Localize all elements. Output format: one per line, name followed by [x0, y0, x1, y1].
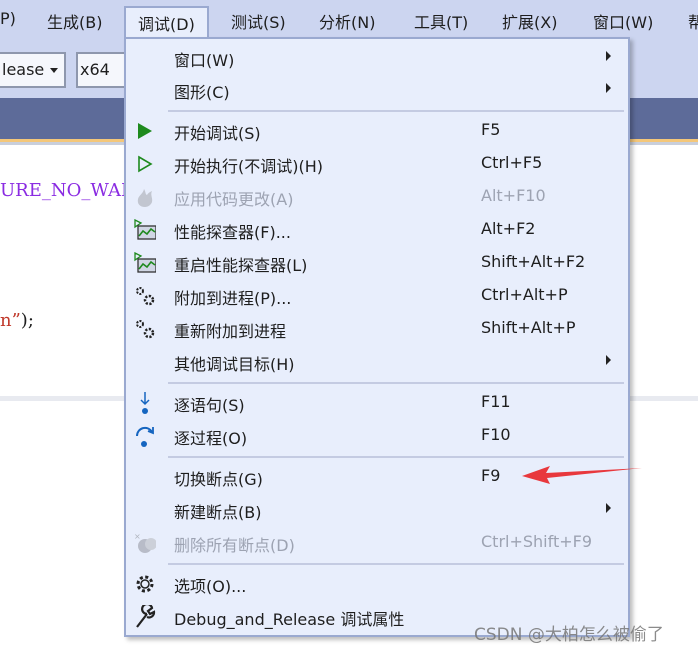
menu-item-shortcut: Shift+Alt+P — [481, 318, 576, 337]
menu-item-shortcut: Alt+F10 — [481, 186, 546, 205]
menu-item-label: 重新附加到进程 — [174, 322, 287, 341]
menu-item-label: 新建断点(B) — [174, 503, 262, 522]
code-line: n”); — [0, 310, 34, 331]
gears-icon — [134, 318, 156, 340]
menu-item-shortcut: Ctrl+Alt+P — [481, 285, 568, 304]
menu-item-label: 逐语句(S) — [174, 396, 245, 415]
svg-text:×: × — [134, 532, 141, 541]
menu-window[interactable]: 窗口(W) — [593, 9, 653, 33]
code-text: ); — [20, 310, 34, 331]
menu-debug[interactable]: 调试(D) — [124, 6, 209, 38]
menu-item[interactable]: 性能探查器(F)... Alt+F2 — [126, 213, 628, 246]
menu-item-label: 删除所有断点(D) — [174, 536, 295, 555]
menu-item-label: 逐过程(O) — [174, 429, 248, 448]
step-into-icon — [134, 392, 156, 414]
annotation-arrow — [522, 466, 642, 484]
menu-separator — [168, 456, 624, 458]
menu-item-label: 开始调试(S) — [174, 124, 261, 143]
menu-item-label: 图形(C) — [174, 83, 230, 102]
submenu-arrow-icon — [606, 83, 611, 93]
menu-item-label: Debug_and_Release 调试属性 — [174, 610, 405, 629]
configuration-value: lease — [2, 60, 45, 79]
menu-item-label: 窗口(W) — [174, 51, 235, 70]
menu-item-label: 开始执行(不调试)(H) — [174, 157, 324, 176]
delete-breakpoints-icon: × — [134, 532, 156, 554]
menu-item[interactable]: 逐过程(O) F10 — [126, 419, 628, 452]
menu-item-shortcut: Ctrl+Shift+F9 — [481, 532, 593, 551]
gear-icon — [134, 573, 156, 595]
submenu-arrow-icon — [606, 355, 611, 365]
code-line: URE_NO_WAR — [0, 180, 135, 201]
menu-separator — [168, 382, 624, 384]
menu-bar: P) 生成(B) 调试(D) 测试(S) 分析(N) 工具(T) 扩展(X) 窗… — [0, 0, 698, 38]
play-filled-icon — [134, 120, 156, 142]
configuration-dropdown[interactable]: lease — [0, 52, 66, 88]
performance-profiler-icon — [134, 252, 156, 274]
menu-item-shortcut: Ctrl+F5 — [481, 153, 543, 172]
menu-item[interactable]: 图形(C) — [126, 73, 628, 106]
play-outline-icon — [134, 153, 156, 175]
menu-separator — [168, 563, 624, 565]
menu-tools[interactable]: 工具(T) — [414, 9, 468, 33]
menu-item[interactable]: 重启性能探查器(L) Shift+Alt+F2 — [126, 246, 628, 279]
menu-item: × 删除所有断点(D) Ctrl+Shift+F9 — [126, 526, 628, 559]
menu-item-label: 切换断点(G) — [174, 470, 263, 489]
menu-item-shortcut: F5 — [481, 120, 501, 139]
menu-item[interactable]: 其他调试目标(H) — [126, 345, 628, 378]
menu-item[interactable]: 逐语句(S) F11 — [126, 386, 628, 419]
menu-item[interactable]: 重新附加到进程 Shift+Alt+P — [126, 312, 628, 345]
code-string: n” — [0, 310, 21, 331]
menu-separator — [168, 110, 624, 112]
menu-item-label: 其他调试目标(H) — [174, 355, 295, 374]
menu-item[interactable]: 开始执行(不调试)(H) Ctrl+F5 — [126, 147, 628, 180]
step-over-icon — [134, 425, 156, 447]
menu-item-label: 附加到进程(P)... — [174, 289, 292, 308]
menu-item-label: 应用代码更改(A) — [174, 190, 294, 209]
menu-item-label: 性能探查器(F)... — [174, 223, 291, 242]
gears-icon — [134, 285, 156, 307]
submenu-arrow-icon — [606, 503, 611, 513]
menu-item-shortcut: Shift+Alt+F2 — [481, 252, 586, 271]
performance-profiler-icon — [134, 219, 156, 241]
menu-extensions[interactable]: 扩展(X) — [502, 9, 557, 33]
menu-project[interactable]: P) — [0, 9, 16, 28]
menu-item-shortcut: F10 — [481, 425, 511, 444]
menu-item-label: 选项(O)... — [174, 577, 247, 596]
menu-item[interactable]: 选项(O)... — [126, 567, 628, 600]
menu-help[interactable]: 帮 — [688, 9, 698, 33]
menu-item[interactable]: 附加到进程(P)... Ctrl+Alt+P — [126, 279, 628, 312]
debug-menu: 窗口(W) 图形(C) 开始调试(S) F5 开始执行(不调试)(H) Ctrl+F5 应用… — [124, 37, 630, 637]
submenu-arrow-icon — [606, 51, 611, 61]
menu-item-shortcut: Alt+F2 — [481, 219, 536, 238]
menu-item-shortcut: F9 — [481, 466, 501, 485]
menu-item: 应用代码更改(A) Alt+F10 — [126, 180, 628, 213]
wrench-icon — [134, 605, 156, 628]
watermark: CSDN @大柏怎么被偷了 — [474, 625, 664, 645]
menu-item[interactable]: 开始调试(S) F5 — [126, 114, 628, 147]
chevron-down-icon — [50, 68, 58, 73]
menu-item-shortcut: F11 — [481, 392, 511, 411]
menu-item-label: 重启性能探查器(L) — [174, 256, 308, 275]
menu-analyze[interactable]: 分析(N) — [319, 9, 375, 33]
menu-item[interactable]: 新建断点(B) — [126, 493, 628, 526]
menu-build[interactable]: 生成(B) — [47, 9, 102, 33]
platform-value: x64 — [80, 60, 110, 79]
menu-test[interactable]: 测试(S) — [231, 9, 286, 33]
menu-item[interactable]: 窗口(W) — [126, 41, 628, 74]
flame-icon — [134, 186, 156, 208]
